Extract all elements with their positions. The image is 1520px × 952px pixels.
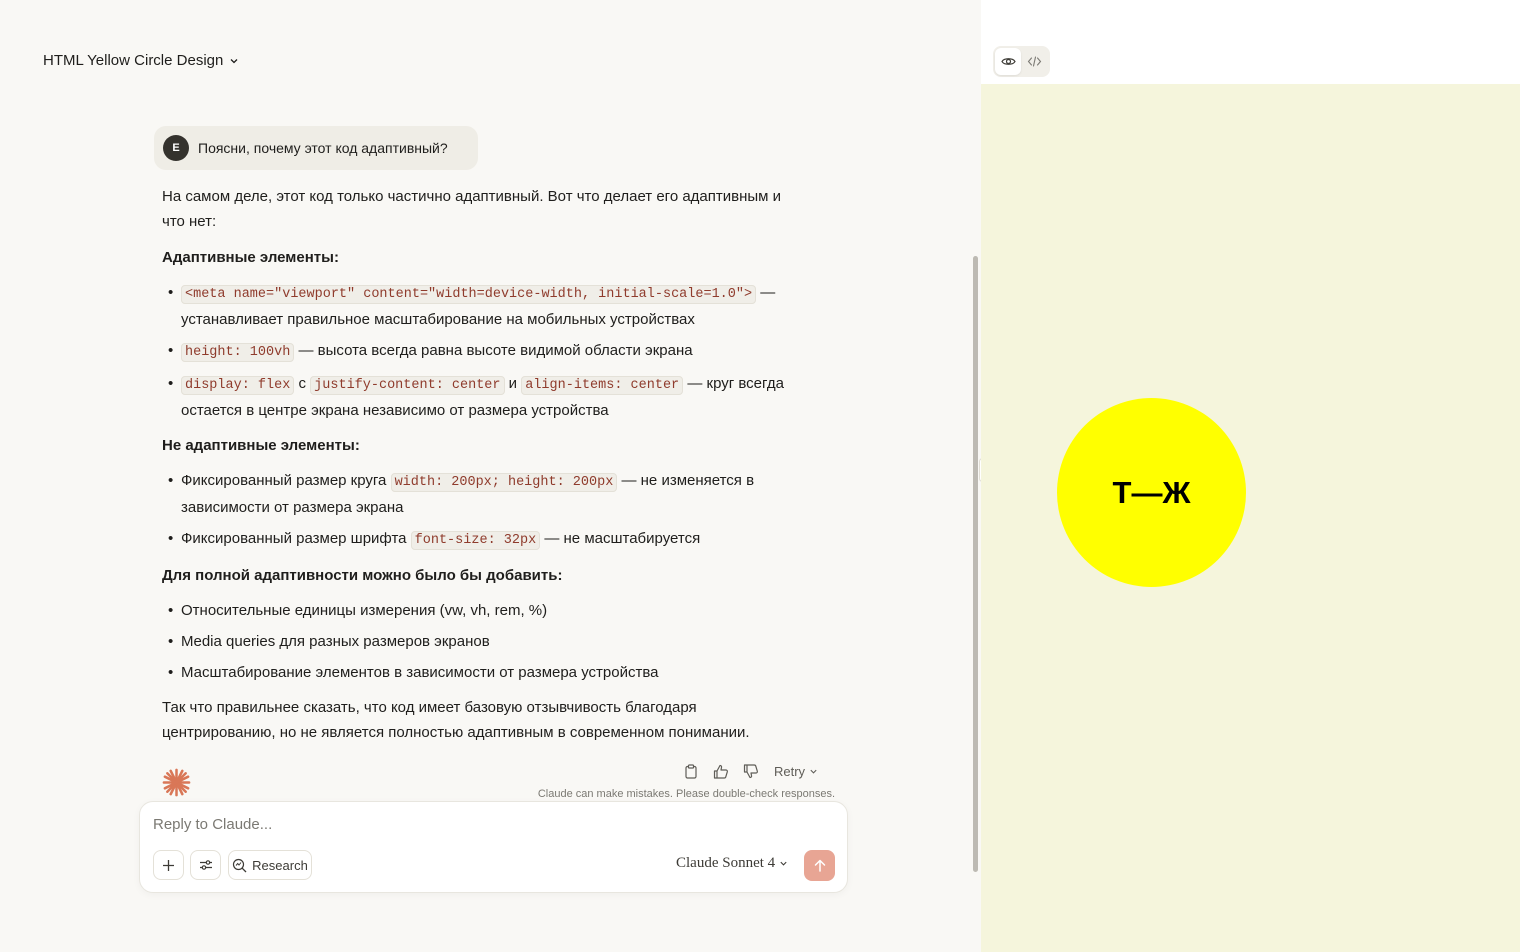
chevron-down-icon xyxy=(810,769,817,774)
reply-input[interactable] xyxy=(153,816,753,833)
thumbs-up-icon[interactable] xyxy=(712,762,730,780)
response-intro: На самом деле, этот код только частично … xyxy=(162,188,782,230)
message-actions: Retry xyxy=(682,762,818,780)
eye-icon xyxy=(1000,58,1016,65)
plus-icon xyxy=(163,859,174,871)
full-adaptive-heading: Для полной адаптивности можно было бы до… xyxy=(162,567,563,584)
list-item: Фиксированный размер круга width: 200px;… xyxy=(162,468,802,520)
research-label: Research xyxy=(252,857,308,873)
inline-code: font-size: 32px xyxy=(410,531,541,550)
chat-scrollbar[interactable] xyxy=(973,256,978,872)
assistant-response: На самом деле, этот код только частично … xyxy=(162,184,802,756)
preview-header xyxy=(981,0,1520,84)
list-item: Масштабирование элементов в зависимости … xyxy=(162,660,802,685)
artifact-preview-pane: Т—Ж xyxy=(981,0,1520,952)
list-item: <meta name="viewport" content="width=dev… xyxy=(162,280,802,332)
chevron-down-icon xyxy=(230,58,238,63)
code-toggle-button[interactable] xyxy=(1021,48,1047,75)
arrow-up-icon xyxy=(814,859,825,872)
list-item: height: 100vh — высота всегда равна высо… xyxy=(162,338,802,365)
model-selector[interactable]: Claude Sonnet 4 xyxy=(676,855,788,872)
chevron-down-icon xyxy=(780,861,787,866)
thumbs-down-icon[interactable] xyxy=(742,762,760,780)
non-adaptive-heading: Не адаптивные элементы: xyxy=(162,437,360,454)
user-message-text: Поясни, почему этот код адаптивный? xyxy=(198,140,448,156)
yellow-circle: Т—Ж xyxy=(1057,398,1246,587)
inline-code: justify-content: center xyxy=(310,376,505,395)
circle-text: Т—Ж xyxy=(1112,474,1191,510)
non-adaptive-list: Фиксированный размер круга width: 200px;… xyxy=(162,468,802,553)
inline-code: <meta name="viewport" content="width=dev… xyxy=(181,285,757,304)
disclaimer-text: Claude can make mistakes. Please double-… xyxy=(537,788,835,800)
tools-button[interactable] xyxy=(190,850,221,880)
sliders-icon xyxy=(199,860,212,870)
list-item: display: flex с justify-content: center … xyxy=(162,371,802,423)
adaptive-list: <meta name="viewport" content="width=dev… xyxy=(162,280,802,423)
research-button[interactable]: Research xyxy=(228,850,312,880)
inline-code: align-items: center xyxy=(521,376,684,395)
avatar: E xyxy=(163,135,189,161)
retry-button[interactable]: Retry xyxy=(774,764,818,779)
claude-logo-icon xyxy=(162,768,191,797)
list-item: Media queries для разных размеров экрано… xyxy=(162,629,802,654)
send-button[interactable] xyxy=(804,850,835,881)
inline-code: width: 200px; height: 200px xyxy=(390,473,618,492)
list-item: Относительные единицы измерения (vw, vh,… xyxy=(162,598,802,623)
full-adaptive-list: Относительные единицы измерения (vw, vh,… xyxy=(162,598,802,685)
chat-pane: HTML Yellow Circle Design E Поясни, поче… xyxy=(0,0,981,952)
conversation-title: HTML Yellow Circle Design xyxy=(43,52,224,69)
code-icon xyxy=(1027,56,1041,67)
model-label: Claude Sonnet 4 xyxy=(676,855,776,871)
add-attachment-button[interactable] xyxy=(153,850,184,880)
retry-label: Retry xyxy=(774,763,806,779)
inline-code: height: 100vh xyxy=(181,343,295,362)
composer: Research Claude Sonnet 4 xyxy=(139,801,848,893)
user-message: E Поясни, почему этот код адаптивный? xyxy=(154,126,478,170)
list-item: Фиксированный размер шрифта font-size: 3… xyxy=(162,526,802,553)
preview-toggle-button[interactable] xyxy=(995,48,1021,75)
conversation-title-menu[interactable]: HTML Yellow Circle Design xyxy=(43,52,239,69)
adaptive-heading: Адаптивные элементы: xyxy=(162,249,339,266)
response-conclusion: Так что правильнее сказать, что код имее… xyxy=(162,699,750,741)
research-icon xyxy=(233,858,247,872)
inline-code: display: flex xyxy=(181,376,295,395)
view-toggle xyxy=(993,46,1050,77)
copy-icon[interactable] xyxy=(682,762,700,780)
